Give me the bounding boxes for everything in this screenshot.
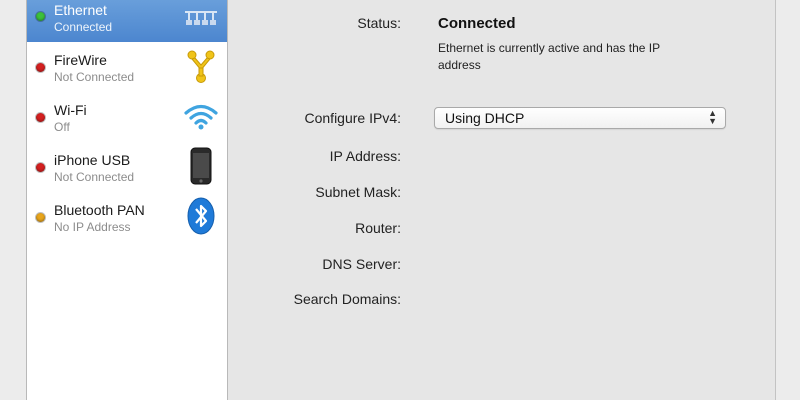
service-name: Bluetooth PAN — [54, 202, 145, 218]
status-indicator-icon — [36, 213, 45, 222]
wifi-icon — [184, 104, 218, 130]
service-item-bluetooth-pan[interactable]: Bluetooth PAN No IP Address — [27, 192, 227, 242]
configure-ipv4-value: Using DHCP — [445, 110, 525, 126]
service-status: Not Connected — [54, 70, 135, 84]
service-detail-panel: Status: Connected Ethernet is currently … — [228, 0, 776, 400]
configure-ipv4-select[interactable]: Using DHCP ▲ ▼ — [434, 107, 726, 129]
iphone-icon — [190, 147, 212, 185]
service-name: FireWire — [54, 52, 107, 68]
service-item-firewire[interactable]: FireWire Not Connected — [27, 42, 227, 92]
service-status: No IP Address — [54, 220, 131, 234]
select-arrows-icon: ▲ ▼ — [708, 108, 717, 126]
firewire-icon — [187, 50, 215, 83]
dns-server-label: DNS Server: — [322, 256, 401, 272]
service-status: Not Connected — [54, 170, 135, 184]
router-label: Router: — [355, 220, 401, 236]
status-indicator-icon — [36, 63, 45, 72]
service-status: Connected — [54, 20, 113, 34]
search-domains-label: Search Domains: — [293, 291, 401, 307]
service-item-iphone-usb[interactable]: iPhone USB Not Connected — [27, 142, 227, 192]
service-name: Wi-Fi — [54, 102, 87, 118]
configure-ipv4-label: Configure IPv4: — [304, 110, 402, 126]
service-item-wifi[interactable]: Wi-Fi Off — [27, 92, 227, 142]
service-status: Off — [54, 120, 70, 134]
status-indicator-icon — [36, 113, 45, 122]
bluetooth-icon — [187, 197, 215, 235]
subnet-mask-label: Subnet Mask: — [315, 184, 401, 200]
service-list[interactable]: Ethernet Connected FireWire Not Connecte… — [26, 0, 228, 400]
status-description: Ethernet is currently active and has the… — [438, 41, 660, 72]
service-name: iPhone USB — [54, 152, 131, 168]
status-label: Status: — [357, 15, 401, 31]
status-indicator-icon — [36, 163, 45, 172]
network-preferences-window: Ethernet Connected FireWire Not Connecte… — [0, 0, 800, 400]
status-value: Connected — [438, 15, 516, 32]
service-item-ethernet[interactable]: Ethernet Connected — [27, 0, 227, 42]
ip-address-label: IP Address: — [329, 148, 401, 164]
ethernet-icon — [185, 11, 217, 25]
status-indicator-icon — [36, 12, 45, 21]
service-name: Ethernet — [54, 2, 107, 18]
